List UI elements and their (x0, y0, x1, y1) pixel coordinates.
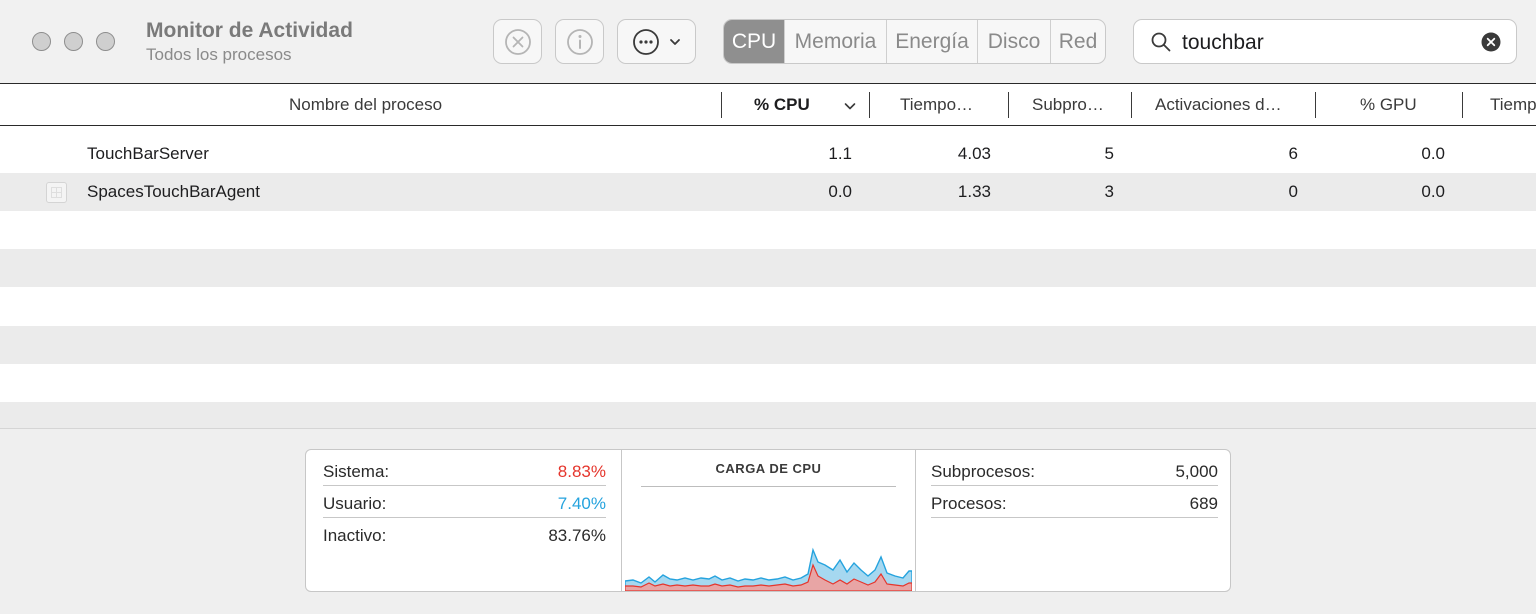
info-icon (566, 28, 593, 55)
column-divider[interactable] (721, 92, 722, 118)
search-icon (1151, 32, 1171, 52)
stat-value-threads: 5,000 (1175, 462, 1218, 481)
column-header-cpu[interactable]: % CPU (754, 85, 810, 125)
gpu-value: 0.0 (1421, 182, 1445, 201)
table-row[interactable]: SpacesTouchBarAgent 0.0 1.33 3 0 0.0 (0, 173, 1536, 211)
stop-process-button[interactable] (493, 19, 542, 64)
stat-processes: Procesos: 689 (931, 492, 1218, 518)
app-icon (46, 182, 67, 203)
column-header-gpu[interactable]: % GPU (1360, 85, 1417, 125)
idle-wakeups-value: 0 (1288, 182, 1298, 201)
close-window-button[interactable] (32, 32, 51, 51)
empty-row (0, 211, 1536, 249)
panel-divider (915, 450, 916, 591)
graph-divider (641, 486, 896, 487)
category-tabs: CPU Memoria Energía Disco Red (723, 19, 1106, 64)
cpu-value: 1.1 (828, 144, 852, 163)
cpu-time-value: 1.33 (957, 182, 991, 201)
stat-label: Procesos: (931, 494, 1007, 513)
stat-value-system: 8.83% (557, 462, 606, 481)
stat-label: Sistema: (323, 462, 390, 481)
cpu-time-value: 4.03 (957, 144, 991, 163)
column-header-idle-wakeups[interactable]: Activaciones d… (1155, 85, 1282, 125)
stat-label: Inactivo: (323, 526, 387, 545)
column-header-process-name[interactable]: Nombre del proceso (289, 85, 442, 125)
window-subtitle: Todos los procesos (146, 45, 292, 64)
empty-row (0, 326, 1536, 364)
stat-value-user: 7.40% (557, 494, 606, 513)
tab-memoria[interactable]: Memoria (784, 20, 886, 63)
summary-area: Sistema: 8.83% Usuario: 7.40% Inactivo: … (0, 428, 1536, 614)
minimize-window-button[interactable] (64, 32, 83, 51)
column-divider[interactable] (1008, 92, 1009, 118)
zoom-window-button[interactable] (96, 32, 115, 51)
sort-descending-icon[interactable] (843, 99, 857, 113)
stat-user: Usuario: 7.40% (323, 492, 606, 518)
table-header: Nombre del proceso % CPU Tiempo… Subpro…… (0, 85, 1536, 126)
clear-search-icon[interactable] (1481, 32, 1501, 52)
toolbar: Monitor de Actividad Todos los procesos … (0, 0, 1536, 84)
empty-row (0, 364, 1536, 402)
cpu-load-graph (625, 547, 912, 591)
column-header-cpu-time[interactable]: Tiempo… (900, 85, 973, 125)
empty-row (0, 249, 1536, 287)
window-title: Monitor de Actividad (146, 19, 353, 42)
stat-threads: Subprocesos: 5,000 (931, 460, 1218, 486)
threads-value: 3 (1104, 182, 1114, 201)
chevron-down-icon (669, 38, 680, 45)
tab-disco[interactable]: Disco (977, 20, 1050, 63)
search-input[interactable]: touchbar (1182, 31, 1264, 55)
idle-wakeups-value: 6 (1288, 144, 1298, 163)
stat-value-idle: 83.76% (548, 526, 606, 545)
stop-process-icon (504, 28, 531, 55)
ellipsis-icon (632, 28, 659, 55)
tab-cpu[interactable]: CPU (724, 20, 784, 63)
cpu-summary-panel: Sistema: 8.83% Usuario: 7.40% Inactivo: … (305, 449, 1231, 592)
column-divider[interactable] (1462, 92, 1463, 118)
empty-row (0, 402, 1536, 428)
stat-value-processes: 689 (1189, 494, 1218, 513)
column-header-gpu-time[interactable]: Tiemp (1490, 85, 1536, 125)
gpu-value: 0.0 (1421, 144, 1445, 163)
cpu-value: 0.0 (828, 182, 852, 201)
process-name: SpacesTouchBarAgent (87, 182, 260, 201)
cpu-load-title: CARGA DE CPU (715, 461, 822, 476)
stat-system: Sistema: 8.83% (323, 460, 606, 486)
empty-row (0, 288, 1536, 326)
process-name: TouchBarServer (87, 144, 209, 163)
table-row[interactable]: TouchBarServer 1.1 4.03 5 6 0.0 (0, 135, 1536, 173)
column-header-threads[interactable]: Subpro… (1032, 85, 1104, 125)
stat-label: Usuario: (323, 494, 387, 513)
more-actions-menu[interactable] (617, 19, 696, 64)
column-divider[interactable] (869, 92, 870, 118)
search-field[interactable]: touchbar (1133, 19, 1517, 64)
column-divider[interactable] (1315, 92, 1316, 118)
stat-idle: Inactivo: 83.76% (323, 524, 606, 550)
column-divider[interactable] (1131, 92, 1132, 118)
threads-value: 5 (1104, 144, 1114, 163)
inspect-process-button[interactable] (555, 19, 604, 64)
tab-energia[interactable]: Energía (886, 20, 977, 63)
tab-red[interactable]: Red (1050, 20, 1105, 63)
stat-label: Subprocesos: (931, 462, 1035, 481)
